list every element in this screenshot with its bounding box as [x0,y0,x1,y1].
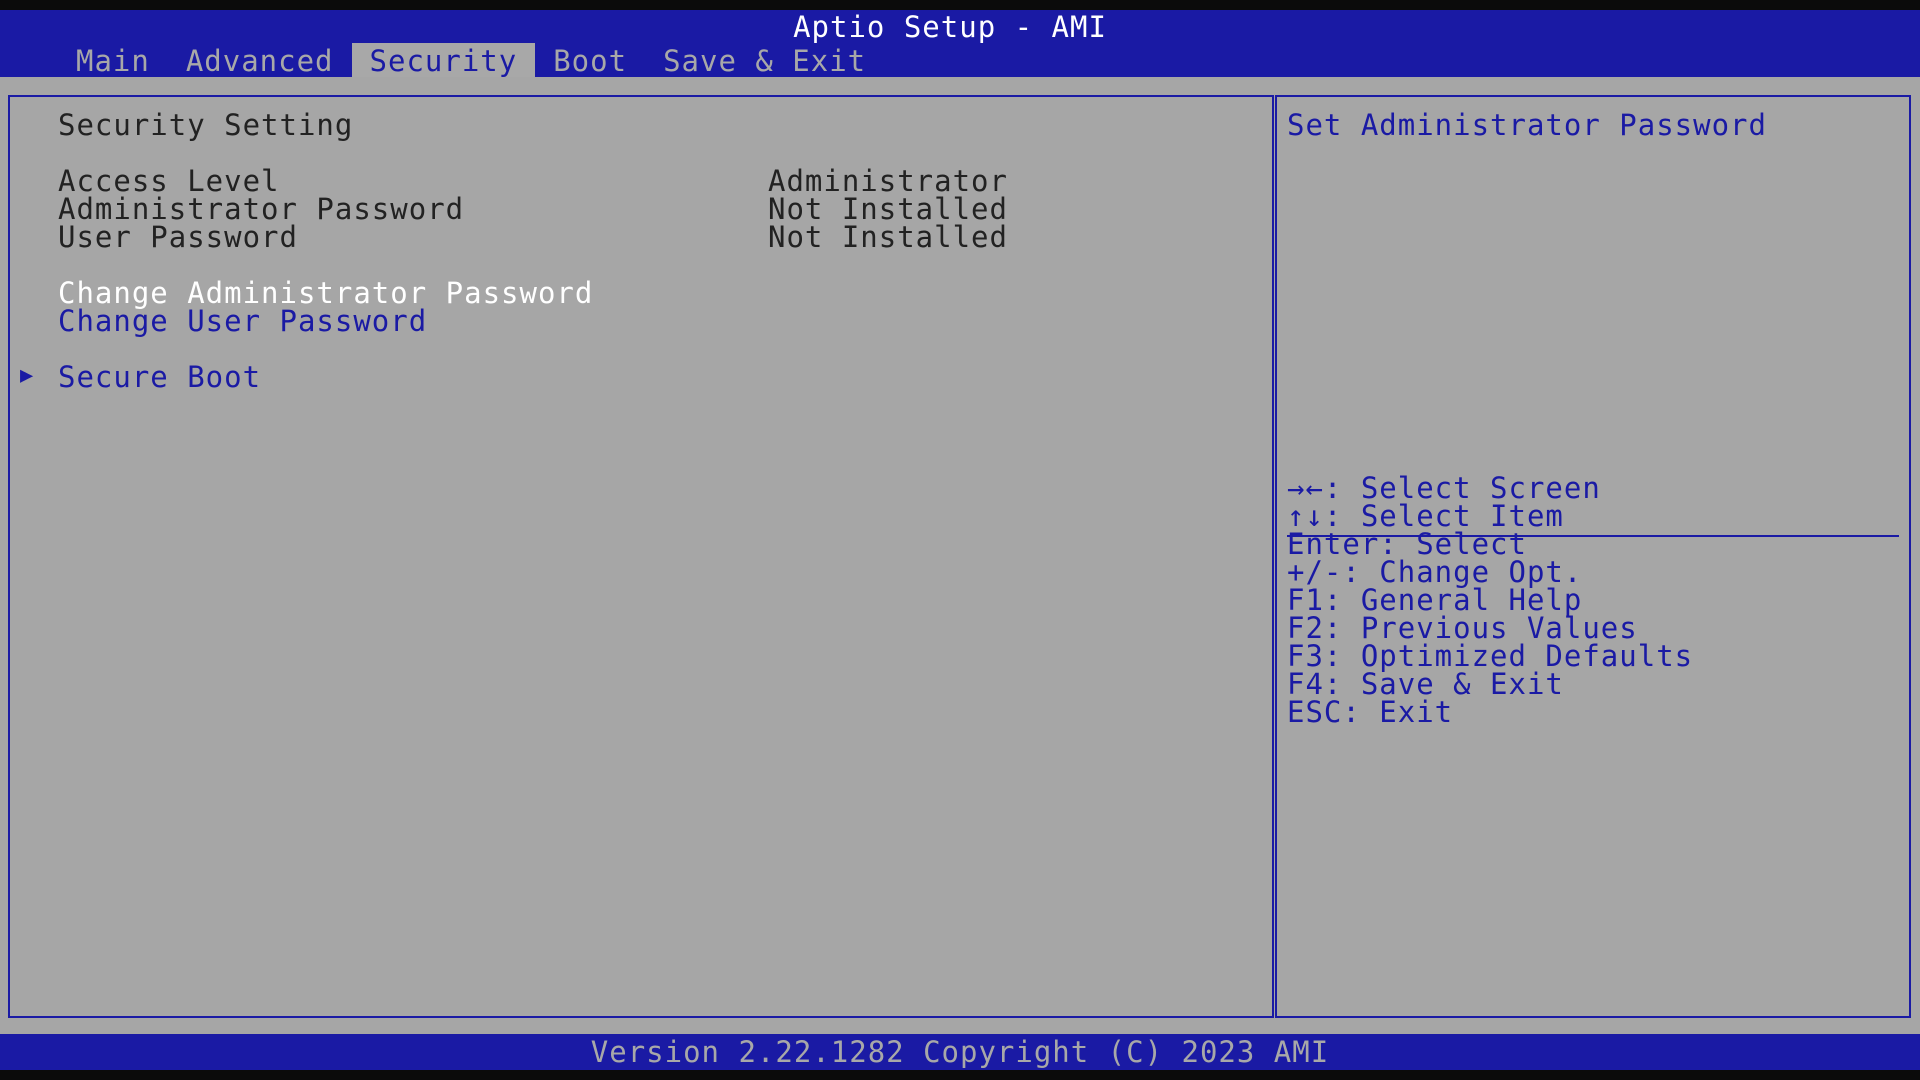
help-panel: Set Administrator Password →←: Select Sc… [1275,95,1911,1018]
tab-security[interactable]: Security [351,43,536,78]
user-password-label: User Password [58,220,298,254]
content-area: Security Setting Access Level Administra… [0,77,1920,1034]
section-title: Security Setting [58,108,354,142]
version-text: Version 2.22.1282 Copyright (C) 2023 AMI [590,1035,1330,1069]
secure-boot-submenu[interactable]: Secure Boot [58,360,261,394]
tab-advanced[interactable]: Advanced [168,43,352,78]
app-title: Aptio Setup - AMI [793,10,1107,44]
right-triangle-icon: ▶ [20,363,34,388]
help-description: Set Administrator Password [1287,108,1767,142]
header-bar: Aptio Setup - AMI Main Advanced Security… [0,10,1920,78]
footer-bar: Version 2.22.1282 Copyright (C) 2023 AMI [0,1034,1920,1070]
change-user-password-item[interactable]: Change User Password [58,304,427,338]
key-hint-esc: ESC: Exit [1287,695,1454,729]
tab-main[interactable]: Main [58,43,168,78]
tab-boot[interactable]: Boot [535,43,645,78]
user-password-value: Not Installed [768,220,1008,254]
tab-save-exit[interactable]: Save & Exit [645,43,884,78]
settings-panel: Security Setting Access Level Administra… [8,95,1274,1018]
bios-screen: Aptio Setup - AMI Main Advanced Security… [0,0,1920,1080]
tab-bar: Main Advanced Security Boot Save & Exit [58,43,884,78]
